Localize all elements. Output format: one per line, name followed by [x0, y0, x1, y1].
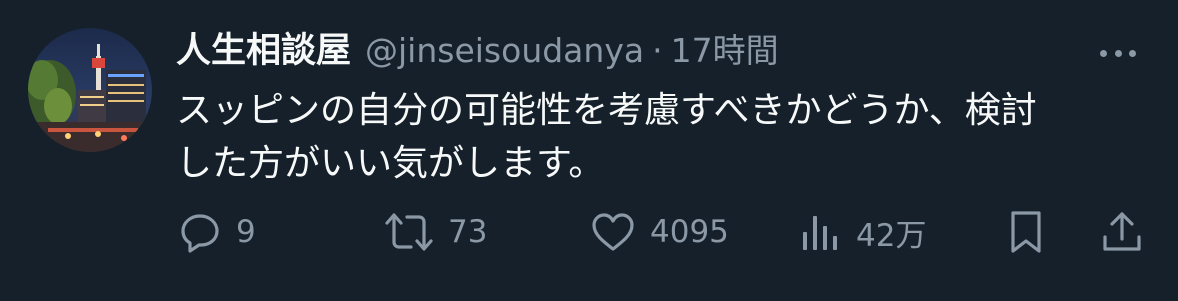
tweet[interactable]: 人生相談屋 @jinseisoudanya · 17時間 スッピンの自分の可能性… — [0, 0, 1178, 301]
retweet-button[interactable]: 73 — [384, 207, 487, 257]
retweet-count: 73 — [448, 214, 488, 250]
timestamp[interactable]: 17時間 — [671, 24, 779, 72]
more-dot-icon — [1129, 49, 1136, 57]
heart-icon — [592, 213, 634, 251]
bookmark-icon — [1011, 211, 1041, 253]
tweet-content: 人生相談屋 @jinseisoudanya · 17時間 スッピンの自分の可能性… — [176, 22, 1138, 190]
reply-button[interactable]: 9 — [178, 207, 256, 257]
retweet-icon — [385, 213, 433, 251]
tweet-header: 人生相談屋 @jinseisoudanya · 17時間 — [176, 22, 1138, 74]
bookmark-button[interactable] — [1006, 207, 1046, 257]
user-handle[interactable]: @jinseisoudanya — [365, 31, 644, 70]
more-dot-icon — [1114, 49, 1122, 57]
views-count: 42万 — [856, 217, 927, 254]
separator-dot: · — [652, 31, 663, 70]
views-button[interactable]: 42万 — [800, 207, 926, 257]
more-options-button[interactable] — [1100, 38, 1136, 68]
reply-icon — [181, 214, 219, 253]
more-dot-icon — [1100, 49, 1107, 57]
views-icon — [803, 216, 837, 250]
tweet-text: スッピンの自分の可能性を考慮すべきかどうか、検討 した方がいい気がします。 — [176, 90, 1037, 184]
action-bar: 9 73 4095 42万 — [176, 207, 1146, 257]
reply-count: 9 — [236, 214, 256, 250]
like-count: 4095 — [650, 214, 729, 250]
avatar[interactable] — [28, 28, 152, 152]
share-icon — [1103, 212, 1141, 251]
share-button[interactable] — [1100, 207, 1144, 257]
avatar-image — [28, 28, 152, 152]
display-name[interactable]: 人生相談屋 — [176, 22, 351, 73]
like-button[interactable]: 4095 — [590, 207, 729, 257]
